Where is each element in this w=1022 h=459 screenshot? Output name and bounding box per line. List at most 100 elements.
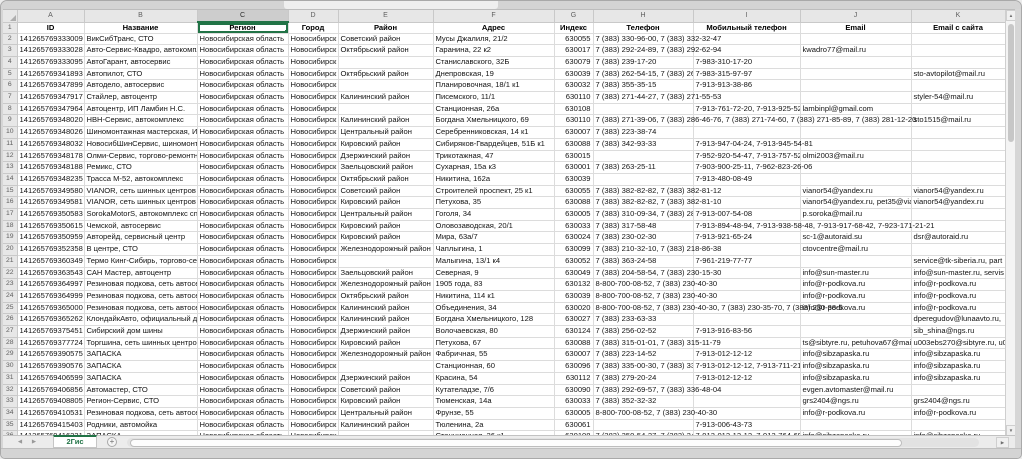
row-header-24[interactable]: 24 — [3, 290, 17, 302]
cell-F30[interactable]: Станционная, 60 — [433, 361, 554, 373]
cell-G25[interactable]: 630020 — [554, 302, 593, 314]
cell-B22[interactable]: САН Мастер, автоцентр — [84, 267, 197, 279]
cell-E14[interactable]: Октябрьский район — [338, 173, 433, 185]
cell-E15[interactable]: Советский район — [338, 185, 433, 197]
cell-C15[interactable]: Новосибирская область — [197, 185, 288, 197]
row-header-15[interactable]: 15 — [3, 185, 17, 197]
cell-D32[interactable]: Новосибирск — [288, 384, 338, 396]
cell-H19[interactable]: 7 (383) 230-02-30 — [593, 232, 693, 244]
sheet-tab-active[interactable]: 2Гис — [53, 435, 97, 448]
cell-C6[interactable]: Новосибирская область — [197, 80, 288, 92]
cell-D10[interactable]: Новосибирск — [288, 127, 338, 139]
cell-G30[interactable]: 630096 — [554, 361, 593, 373]
scroll-up-button[interactable]: ▲ — [1006, 10, 1015, 21]
row-header-6[interactable]: 6 — [3, 80, 17, 92]
row-header-16[interactable]: 16 — [3, 197, 17, 209]
row-header-34[interactable]: 34 — [3, 408, 17, 420]
cell-F6[interactable]: Планировочная, 18/1 к1 — [433, 80, 554, 92]
cell-C16[interactable]: Новосибирская область — [197, 197, 288, 209]
cell-G29[interactable]: 630007 — [554, 349, 593, 361]
cell-D5[interactable]: Новосибирск — [288, 68, 338, 80]
cell-C22[interactable]: Новосибирская область — [197, 267, 288, 279]
cell-B29[interactable]: ЗАПАСКА — [84, 349, 197, 361]
cell-A30[interactable]: 141265769390576 — [17, 361, 84, 373]
cell-C17[interactable]: Новосибирская область — [197, 209, 288, 221]
cell-K5[interactable]: sto-avtopilot@mail.ru — [911, 68, 1005, 80]
cell-A1[interactable]: ID — [17, 22, 84, 33]
cell-B33[interactable]: Регион-Сервис, СТО — [84, 396, 197, 408]
cell-D8[interactable]: Новосибирск — [288, 103, 338, 115]
horizontal-scroll-thumb[interactable] — [130, 439, 902, 447]
cell-F19[interactable]: Мира, 63а/7 — [433, 232, 554, 244]
cell-A35[interactable]: 141265769415403 — [17, 419, 84, 431]
cell-B6[interactable]: Автодело, автосервис — [84, 80, 197, 92]
cell-K21[interactable]: service@tk-siberia.ru, part — [911, 255, 1005, 267]
cell-B14[interactable]: Трасса М-52, автокомплекс — [84, 173, 197, 185]
cell-D9[interactable]: Новосибирск — [288, 115, 338, 127]
cell-C21[interactable]: Новосибирская область — [197, 255, 288, 267]
cell-C24[interactable]: Новосибирская область — [197, 290, 288, 302]
cell-A17[interactable]: 141265769350583 — [17, 209, 84, 221]
cell-J32[interactable]: evgen.avtomaster@mail.ru — [800, 384, 911, 396]
cell-I26[interactable] — [693, 314, 800, 326]
sheet-nav-prev-icon[interactable]: ◀ — [15, 436, 25, 448]
cell-A14[interactable]: 141265769348235 — [17, 173, 84, 185]
cell-F34[interactable]: Фрунзе, 55 — [433, 408, 554, 420]
cell-E30[interactable] — [338, 361, 433, 373]
cell-H15[interactable]: 7 (383) 382-82-82, 7 (383) 382-81-12 — [593, 185, 693, 197]
cell-C26[interactable]: Новосибирская область — [197, 314, 288, 326]
cell-G7[interactable]: 630110 — [554, 92, 593, 104]
cell-K2[interactable] — [911, 33, 1005, 45]
row-header-11[interactable]: 11 — [3, 138, 17, 150]
cell-J27[interactable] — [800, 326, 911, 338]
cell-E29[interactable]: Железнодорожный район — [338, 349, 433, 361]
cell-A5[interactable]: 141265769341893 — [17, 68, 84, 80]
cell-K3[interactable] — [911, 45, 1005, 57]
cell-H14[interactable] — [593, 173, 693, 185]
cell-K17[interactable] — [911, 209, 1005, 221]
cell-H30[interactable]: 7 (383) 335-00-30, 7 (383) 335-05-0 — [593, 361, 693, 373]
cell-K35[interactable] — [911, 419, 1005, 431]
cell-F14[interactable]: Никитина, 162а — [433, 173, 554, 185]
cell-G10[interactable]: 630007 — [554, 127, 593, 139]
cell-D35[interactable]: Новосибирск — [288, 419, 338, 431]
cell-B2[interactable]: ВикСибТранс, СТО — [84, 33, 197, 45]
row-header-8[interactable]: 8 — [3, 103, 17, 115]
cell-B18[interactable]: Чемской, автосервис — [84, 220, 197, 232]
cell-G13[interactable]: 630001 — [554, 162, 593, 174]
cell-B24[interactable]: Резиновая подкова, сеть автосер — [84, 290, 197, 302]
vertical-scrollbar[interactable]: ▲ ▼ — [1005, 10, 1015, 436]
cell-B17[interactable]: SorokaMotorS, автокомплекс спе — [84, 209, 197, 221]
cell-J15[interactable]: vianor54@yandex.ru — [800, 185, 911, 197]
cell-C1[interactable]: Регион — [197, 22, 288, 33]
cell-A18[interactable]: 141265769350615 — [17, 220, 84, 232]
row-header-3[interactable]: 3 — [3, 45, 17, 57]
add-sheet-button[interactable]: + — [107, 437, 117, 447]
cell-C30[interactable]: Новосибирская область — [197, 361, 288, 373]
cell-K1[interactable]: Email с сайта — [911, 22, 1005, 33]
column-header-F[interactable]: F — [433, 10, 554, 22]
cell-I5[interactable]: 7-983-315-97-97 — [693, 68, 800, 80]
cell-C9[interactable]: Новосибирская область — [197, 115, 288, 127]
cell-C10[interactable]: Новосибирская область — [197, 127, 288, 139]
cell-K10[interactable] — [911, 127, 1005, 139]
cell-B21[interactable]: Термо Кинг-Сибирь, торгово-сер — [84, 255, 197, 267]
cell-D22[interactable]: Новосибирск — [288, 267, 338, 279]
cell-J13[interactable] — [800, 162, 911, 174]
cell-B7[interactable]: Стайлер, автоцентр — [84, 92, 197, 104]
cell-C11[interactable]: Новосибирская область — [197, 138, 288, 150]
cell-D31[interactable]: Новосибирск — [288, 372, 338, 384]
row-header-7[interactable]: 7 — [3, 92, 17, 104]
cell-J7[interactable] — [800, 92, 911, 104]
cell-J35[interactable] — [800, 419, 911, 431]
cell-G9[interactable]: 630110 — [554, 115, 593, 127]
cell-K29[interactable]: info@sibzapaska.ru — [911, 349, 1005, 361]
cell-D21[interactable]: Новосибирск — [288, 255, 338, 267]
cell-E18[interactable]: Кировский район — [338, 220, 433, 232]
cell-J5[interactable] — [800, 68, 911, 80]
row-header-27[interactable]: 27 — [3, 326, 17, 338]
cell-J14[interactable] — [800, 173, 911, 185]
cell-H9[interactable]: 7 (383) 271-39-06, 7 (383) 286-46-76, 7 … — [593, 115, 693, 127]
cell-E27[interactable]: Дзержинский район — [338, 326, 433, 338]
cell-B32[interactable]: Автомастер, СТО — [84, 384, 197, 396]
